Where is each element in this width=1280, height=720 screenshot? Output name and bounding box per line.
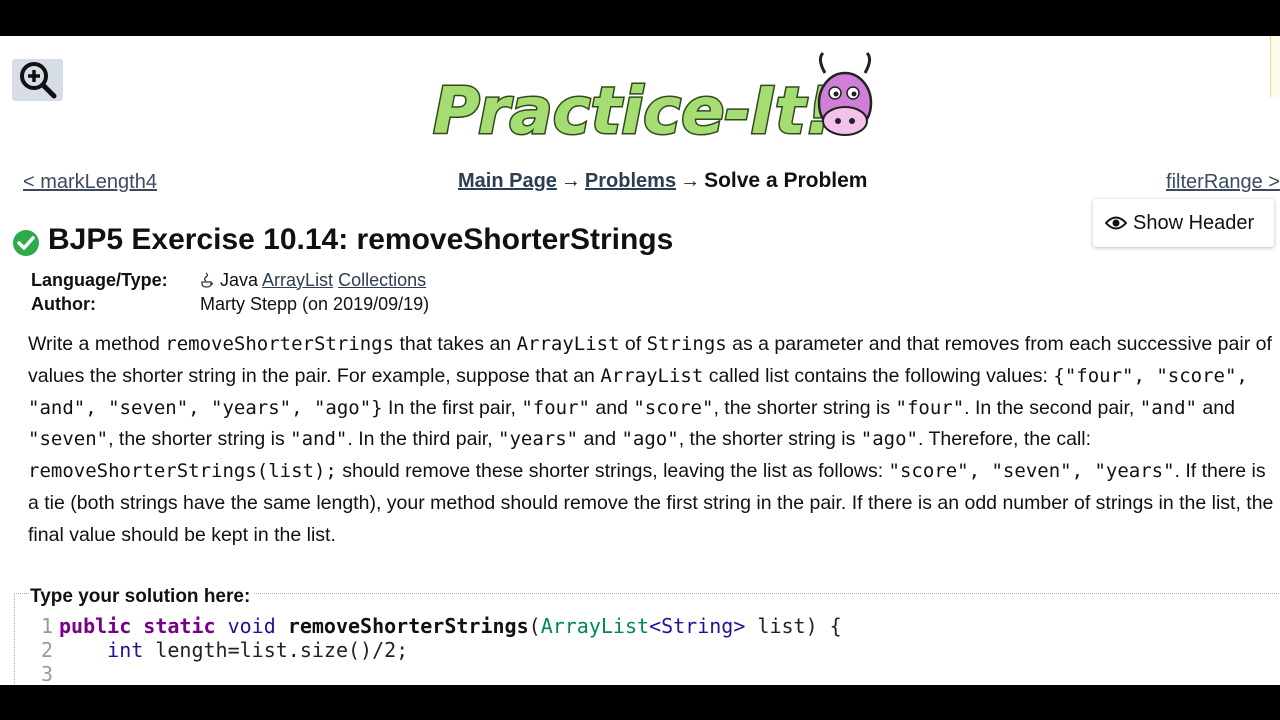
code-line[interactable]: 1 public static void removeShorterStrings… (25, 614, 842, 638)
code-token: removeShorterStrings (287, 614, 529, 638)
desc-code: "score" (633, 396, 714, 419)
desc-text: . In the second pair, (964, 396, 1140, 419)
breadcrumb-arrow: → (680, 170, 701, 192)
breadcrumb-problems[interactable]: Problems (585, 170, 676, 192)
desc-text: , the shorter string is (713, 396, 896, 419)
problem-description: Write a method removeShorterStrings that… (28, 329, 1278, 552)
breadcrumb-current: Solve a Problem (704, 169, 868, 192)
language-label: Language/Type: (31, 269, 168, 290)
author-label: Author: (31, 293, 96, 314)
line-number: 3 (40, 662, 53, 685)
desc-text: , the shorter string is (678, 428, 861, 451)
code-token: int (107, 638, 144, 662)
code-line[interactable]: 2 int length=list.size()/2; (25, 638, 408, 662)
show-header-label: Show Header (1133, 211, 1255, 234)
eye-icon (1105, 216, 1127, 230)
problem-title: BJP5 Exercise 10.14: removeShorterString… (48, 223, 674, 256)
desc-text: that takes an (394, 333, 517, 355)
code-token: ( (528, 614, 541, 638)
code-token: void (227, 614, 276, 638)
right-edge-panel (1270, 36, 1280, 97)
code-token: <String> (649, 614, 746, 638)
language-value: Java ArrayList Collections (200, 270, 426, 291)
desc-code: "years" (498, 428, 579, 451)
tag-collections[interactable]: Collections (338, 270, 426, 290)
desc-code: removeShorterStrings (165, 333, 395, 355)
desc-text: , the shorter string is (108, 428, 291, 451)
language-text: Java (220, 269, 259, 290)
desc-text: . Therefore, the call: (917, 428, 1092, 451)
problem-meta: Language/Type: Java ArrayList Collection… (31, 268, 429, 316)
solution-label: Type your solution here: (30, 586, 255, 608)
desc-text: called list contains the following value… (703, 364, 1054, 387)
desc-text: and (1196, 396, 1235, 419)
java-cup-icon (201, 271, 213, 288)
previous-problem-link[interactable]: < markLength4 (23, 171, 157, 194)
desc-code: ArrayList (516, 333, 620, 355)
desc-code: "seven" (28, 428, 109, 451)
code-token: static (143, 614, 216, 638)
desc-text: In the first pair, (382, 396, 522, 419)
desc-code: "four" (895, 396, 965, 419)
code-token: public (59, 614, 132, 638)
desc-text: and (589, 396, 634, 419)
cow-mascot-icon (817, 51, 873, 136)
zoom-in-icon (19, 62, 56, 99)
code-line[interactable]: 3 (25, 662, 53, 685)
code-token: length=list.size()/2; (143, 638, 409, 662)
desc-code: "and" (1139, 396, 1197, 419)
tag-arraylist[interactable]: ArrayList (262, 270, 333, 290)
zoom-button[interactable] (12, 59, 63, 101)
line-number: 1 (40, 614, 53, 638)
desc-text: . In the third pair, (347, 428, 499, 451)
code-token: list) { (745, 614, 842, 638)
author-value: Marty Stepp (on 2019/09/19) (200, 293, 430, 314)
desc-code: "ago" (860, 428, 918, 451)
page: Practice-It! < markLength4 Main Page → Pro… (0, 36, 1280, 685)
solved-check-icon (13, 230, 39, 256)
desc-code: Strings (646, 333, 727, 355)
desc-code: "and" (290, 428, 348, 451)
code-token: ArrayList (540, 614, 650, 638)
show-header-button[interactable]: Show Header (1093, 199, 1274, 247)
desc-text: and (578, 428, 622, 451)
next-problem-link[interactable]: filterRange > (1166, 171, 1280, 194)
desc-code: removeShorterStrings(list); (28, 460, 337, 483)
desc-code: ArrayList (600, 364, 704, 387)
desc-code: "score", "seven", "years" (888, 460, 1175, 483)
desc-code: "four" (521, 396, 590, 419)
line-number: 2 (40, 638, 53, 662)
breadcrumb: Main Page → Problems → Solve a Problem (458, 169, 867, 193)
logo-text: Practice-It! (433, 75, 835, 149)
desc-text: should remove these shorter strings, lea… (336, 460, 889, 483)
breadcrumb-main-page[interactable]: Main Page (458, 170, 557, 192)
desc-text: of (619, 333, 647, 355)
desc-text: Write a method (28, 333, 166, 355)
breadcrumb-arrow: → (560, 170, 581, 192)
desc-code: "ago" (621, 428, 679, 451)
practice-it-logo[interactable]: Practice-It! (425, 51, 880, 151)
